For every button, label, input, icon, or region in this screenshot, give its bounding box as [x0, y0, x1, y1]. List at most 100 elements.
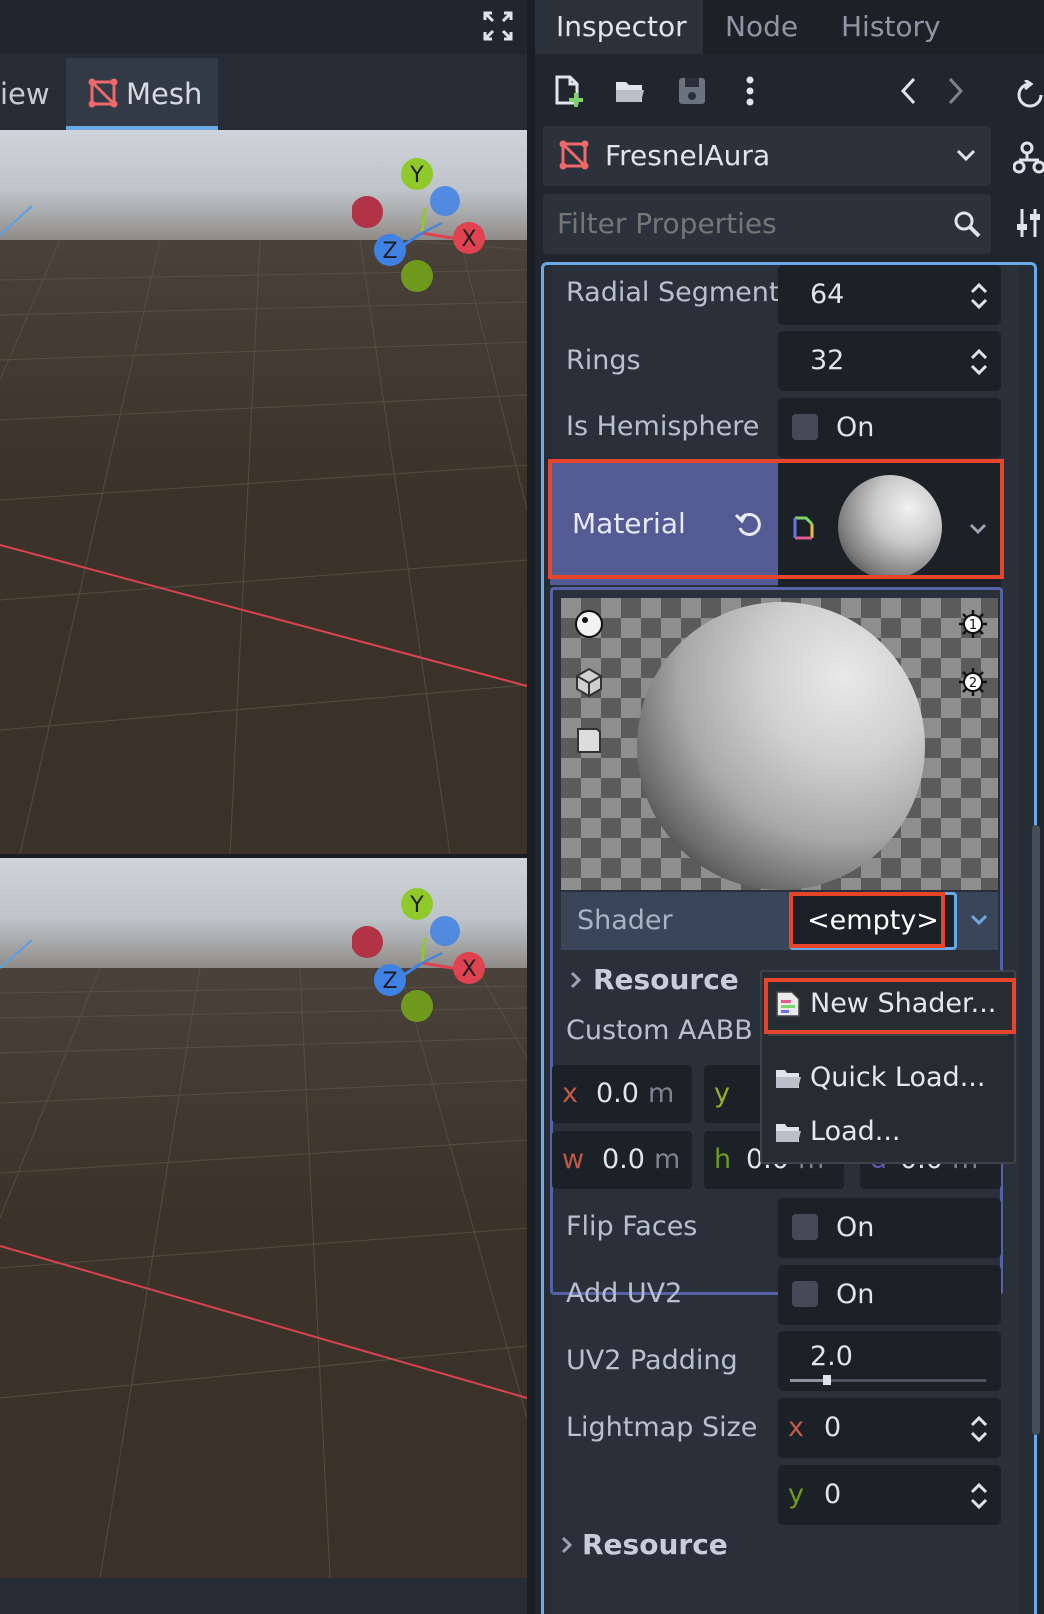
- gizmo-y-label: Y: [409, 163, 424, 188]
- aabb-w-field[interactable]: w 0.0 m: [552, 1131, 692, 1189]
- chevron-right-icon: [561, 1536, 573, 1554]
- tab-node[interactable]: Node: [725, 0, 798, 54]
- inspector-dock: Inspector Node History FresnelAura Filte…: [535, 0, 1044, 1614]
- slider-grabber[interactable]: [823, 1375, 831, 1385]
- rings-field[interactable]: 32: [778, 331, 1001, 391]
- folder-icon: [776, 1070, 801, 1088]
- menu-item-load[interactable]: Load...: [766, 1106, 1010, 1158]
- more-options-icon[interactable]: [733, 74, 767, 108]
- gizmo-z-label: Z: [382, 239, 397, 264]
- tab-mesh-label: Mesh: [126, 77, 203, 111]
- menu-item-new-shader[interactable]: New Shader...: [766, 978, 1010, 1030]
- viewport-topbar: [0, 0, 527, 54]
- menu-item-label: New Shader...: [810, 988, 997, 1019]
- save-icon[interactable]: [675, 74, 709, 108]
- node-tree-icon[interactable]: [1013, 140, 1044, 174]
- gizmo-z-label: Z: [382, 969, 397, 994]
- rings-value: 32: [810, 345, 845, 376]
- resource-section-label: Resource: [593, 963, 739, 996]
- material-resource-picker[interactable]: [778, 463, 1001, 587]
- object-history-icon[interactable]: [1015, 80, 1044, 110]
- lightmap-size-x-field[interactable]: x 0: [778, 1398, 1001, 1458]
- open-folder-icon[interactable]: [613, 74, 647, 108]
- gizmo-x-label: X: [461, 957, 476, 982]
- add-uv2-label: Add UV2: [566, 1278, 683, 1309]
- dock-splitter[interactable]: [527, 0, 535, 1614]
- spinner-arrows-icon[interactable]: [969, 1414, 989, 1444]
- folder-icon: [776, 1124, 801, 1142]
- add-uv2-checkbox[interactable]: On: [778, 1265, 1001, 1325]
- svg-text:2: 2: [969, 676, 977, 691]
- fullscreen-icon[interactable]: [482, 10, 514, 42]
- material-preview: 1 2: [561, 598, 998, 890]
- chevron-down-icon[interactable]: [968, 519, 988, 539]
- menu-item-label: Load...: [810, 1116, 901, 1147]
- lightmap-size-y-field[interactable]: y 0: [778, 1465, 1001, 1525]
- axis-gizmo[interactable]: Y X Z: [352, 888, 502, 1028]
- object-selector[interactable]: FresnelAura: [543, 126, 991, 186]
- shader-label: Shader: [577, 905, 673, 936]
- tab-history[interactable]: History: [841, 0, 941, 54]
- material-thumbnail: [838, 475, 942, 579]
- properties-scrollbar[interactable]: [1032, 825, 1040, 1435]
- radial-segments-label: Radial Segment: [566, 277, 780, 308]
- menu-separator: [768, 1034, 1008, 1036]
- resource-section-toggle[interactable]: Resource: [552, 1517, 752, 1573]
- mesh-icon: [559, 140, 589, 170]
- slider-fill: [790, 1379, 827, 1382]
- shader-popup-menu: New Shader... Quick Load... Load...: [760, 970, 1016, 1164]
- spinner-arrows-icon[interactable]: [969, 347, 989, 377]
- aabb-x-field[interactable]: x 0.0 m: [552, 1065, 692, 1123]
- aabb-x-unit: m: [648, 1078, 675, 1109]
- flip-faces-label: Flip Faces: [566, 1211, 698, 1242]
- aabb-y-axis: y: [714, 1078, 730, 1109]
- viewport-bottom[interactable]: Y X Z: [0, 858, 527, 1578]
- viewport-top[interactable]: Y X Z: [0, 130, 527, 854]
- uv2-padding-slider[interactable]: 2.0: [778, 1331, 1001, 1391]
- spinner-arrows-icon[interactable]: [969, 281, 989, 311]
- preview-box-icon[interactable]: [573, 666, 605, 698]
- menu-item-quick-load[interactable]: Quick Load...: [766, 1052, 1010, 1104]
- checkbox-box: [792, 1214, 818, 1240]
- tab-inspector[interactable]: Inspector: [535, 0, 703, 54]
- shader-resource-picker[interactable]: <empty>: [789, 892, 957, 950]
- preview-quad-icon[interactable]: [573, 724, 605, 756]
- lightmap-size-label: Lightmap Size: [566, 1412, 758, 1443]
- search-icon: [954, 211, 981, 238]
- lightmap-y-value: 0: [824, 1479, 842, 1510]
- chevron-down-icon[interactable]: [969, 910, 989, 930]
- history-back-icon[interactable]: [893, 74, 927, 108]
- svg-text:1: 1: [969, 618, 977, 633]
- tab-view[interactable]: iew: [0, 58, 60, 130]
- history-forward-icon[interactable]: [937, 74, 971, 108]
- viewport-bottom-bar: [0, 1578, 527, 1614]
- property-tools-icon[interactable]: [1013, 206, 1044, 240]
- preview-sphere-icon[interactable]: [573, 608, 605, 640]
- flip-faces-checkbox[interactable]: On: [778, 1198, 1001, 1258]
- menu-item-label: Quick Load...: [810, 1062, 986, 1093]
- shader-property: Shader <empty>: [561, 892, 998, 950]
- light-1-icon[interactable]: 1: [957, 608, 989, 640]
- material-property[interactable]: Material: [550, 463, 1001, 587]
- light-2-icon[interactable]: 2: [957, 666, 989, 698]
- revert-icon[interactable]: [734, 509, 764, 539]
- resource-section-label: Resource: [582, 1528, 728, 1561]
- gizmo-y-label: Y: [409, 893, 424, 918]
- axis-gizmo[interactable]: Y X Z: [352, 158, 502, 298]
- tab-mesh[interactable]: Mesh: [66, 58, 218, 130]
- lightmap-x-axis: x: [788, 1412, 804, 1443]
- filter-properties-input[interactable]: [557, 194, 937, 254]
- spinner-arrows-icon[interactable]: [969, 1481, 989, 1511]
- aabb-w-value: 0.0: [602, 1144, 645, 1175]
- shader-material-icon: [793, 516, 814, 540]
- radial-segments-field[interactable]: 64: [778, 265, 1001, 325]
- tab-view-label: iew: [0, 77, 50, 111]
- resource-section-toggle[interactable]: Resource: [561, 952, 761, 1008]
- rings-label: Rings: [566, 345, 641, 376]
- radial-segments-value: 64: [810, 279, 845, 310]
- is-hemisphere-checkbox[interactable]: On: [778, 398, 1001, 458]
- gizmo-x-label: X: [461, 227, 476, 252]
- is-hemisphere-on-label: On: [836, 412, 875, 443]
- new-resource-icon[interactable]: [551, 74, 585, 108]
- aabb-y-field[interactable]: y: [704, 1065, 764, 1123]
